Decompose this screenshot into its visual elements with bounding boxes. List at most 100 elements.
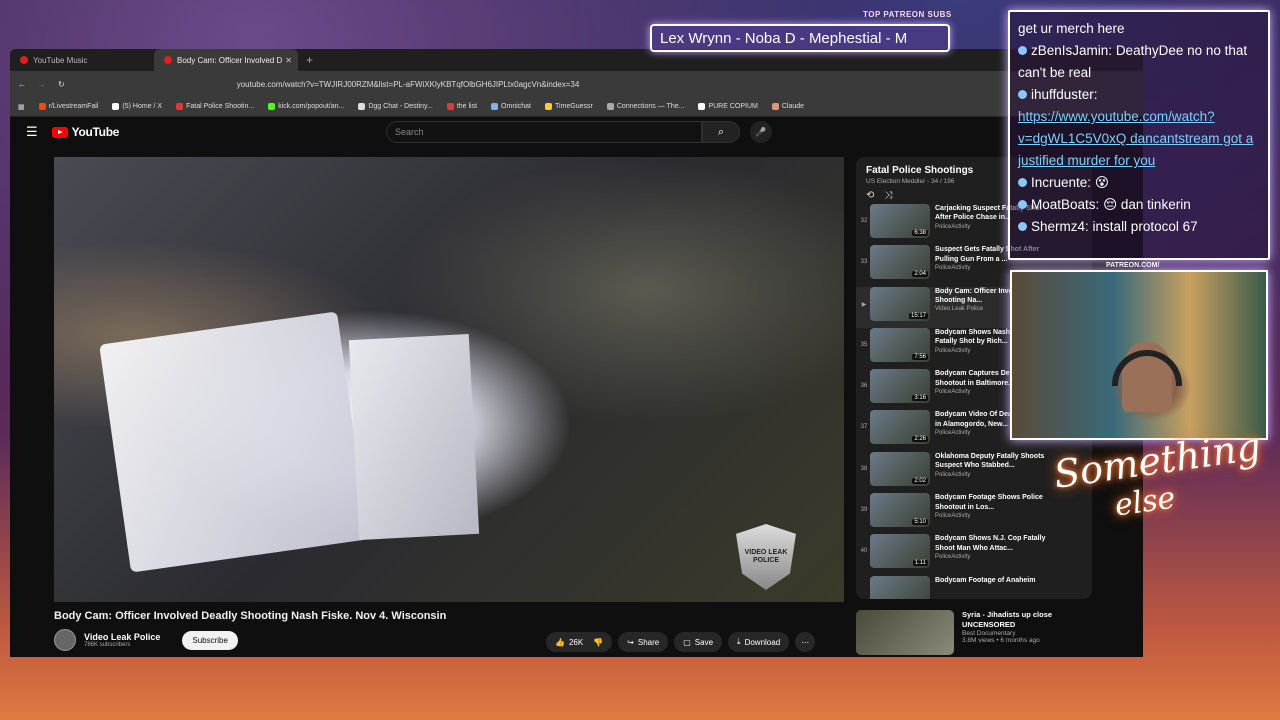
chat-message: ihuffduster:: [1018, 84, 1260, 106]
playlist-thumbnail[interactable]: 6:38: [870, 204, 930, 238]
youtube-play-icon: [51, 126, 68, 138]
chat-message: Incruente: 😵: [1018, 172, 1260, 194]
chat-message: Shermz4: install protocol 67: [1018, 216, 1260, 238]
playlist-item-channel: PoliceActivity: [935, 512, 971, 519]
url-field[interactable]: youtube.com/watch?v=TWJIRJ00RZM&list=PL-…: [237, 80, 1135, 89]
thumbs-down-icon[interactable]: 👎: [593, 638, 603, 647]
browser-window: YouTube Music Body Cam: Officer Involved…: [10, 49, 1143, 657]
close-icon[interactable]: ✕: [285, 56, 292, 65]
playlist-index: ▶: [861, 301, 867, 308]
channel-avatar[interactable]: [54, 629, 76, 651]
playlist-item-title[interactable]: Oklahoma Deputy Fatally Shoots Suspect W…: [935, 452, 1055, 471]
playlist-thumbnail[interactable]: 2:02: [870, 451, 930, 486]
duration-badge: 5:10: [912, 519, 928, 526]
channel-row: Video Leak Police 786K subscribers Subsc…: [54, 629, 238, 651]
duration-badge: 2:04: [912, 271, 928, 278]
chat-badge-icon: [1018, 222, 1027, 231]
recommended-thumbnail[interactable]: [856, 610, 954, 655]
playlist-item-title[interactable]: Bodycam Footage Shows Police Shootout in…: [935, 493, 1055, 512]
playlist-thumbnail[interactable]: 3:16: [870, 369, 930, 404]
playlist-thumbnail[interactable]: [870, 575, 930, 599]
loop-icon[interactable]: ⟲: [866, 190, 874, 201]
patreon-marquee: Lex Wrynn - Noba D - Mephestial - M: [650, 24, 950, 52]
forward-icon[interactable]: →: [38, 80, 46, 89]
thumbs-up-icon: 👍: [555, 637, 565, 647]
bookmark-item[interactable]: PURE COPIUM: [698, 103, 758, 110]
search-icon: ⌕: [717, 125, 725, 138]
bookmark-item[interactable]: Fatal Police Shootin...: [176, 103, 254, 110]
search-button[interactable]: ⌕: [702, 121, 740, 143]
bookmark-item[interactable]: r/LivestreamFail: [38, 103, 98, 110]
playlist-index: 39: [860, 507, 868, 514]
video-player[interactable]: VIDEO LEAK POLICE: [54, 157, 844, 602]
save-icon: ▢: [683, 637, 691, 647]
tab-bar: YouTube Music Body Cam: Officer Involved…: [10, 49, 1143, 71]
reload-icon[interactable]: ↻: [58, 80, 65, 89]
bookmark-item[interactable]: kick.com/popout/an...: [268, 103, 344, 110]
subscribe-button[interactable]: Subscribe: [182, 630, 238, 650]
mic-button[interactable]: 🎤: [750, 121, 772, 143]
chat-message: https://www.youtube.com/watch?v=dgWL1C5V…: [1018, 109, 1254, 168]
bookmark-item[interactable]: Claude: [771, 103, 804, 110]
duration-badge: 3:16: [912, 395, 928, 402]
mic-icon: 🎤: [755, 126, 767, 137]
shuffle-icon[interactable]: ⤨: [884, 190, 892, 201]
chat-badge-icon: [1018, 90, 1027, 99]
bookmark-item[interactable]: Connections — The...: [606, 103, 684, 110]
playlist-item-title[interactable]: Bodycam Shows N.J. Cop Fatally Shoot Man…: [935, 534, 1055, 553]
video-frame-paper: [99, 311, 369, 573]
playlist-thumbnail[interactable]: 2:26: [870, 410, 930, 445]
tab-body-cam[interactable]: Body Cam: Officer Involved D ✕: [154, 49, 298, 71]
download-button[interactable]: ⤓ Download: [728, 632, 790, 652]
emote-icon: 😵: [1094, 175, 1109, 190]
share-button[interactable]: ↪ Share: [618, 632, 669, 652]
bookmark-item[interactable]: Dgg Chat - Destiny...: [358, 103, 433, 110]
search-input[interactable]: Search: [386, 121, 702, 143]
playlist-thumbnail[interactable]: 1:11: [870, 534, 930, 569]
duration-badge: 15:17: [908, 312, 928, 319]
video-frame-paper: [348, 333, 480, 541]
back-icon[interactable]: ←: [18, 80, 26, 89]
playlist-thumbnail[interactable]: 7:56: [870, 327, 930, 362]
playlist-index: 37: [860, 424, 868, 431]
recommended-video[interactable]: Syria - Jihadists up close UNCENSORED Be…: [856, 610, 1074, 655]
video-actions: 👍 26K 👎 ↪ Share ▢ Save ⤓ Download ⋯: [546, 632, 816, 652]
playlist-item[interactable]: Bodycam Footage of Anaheim: [856, 575, 1092, 599]
playlist-index: 40: [860, 548, 868, 555]
bookmark-item[interactable]: (5) Home / X: [112, 103, 162, 110]
video-title: Body Cam: Officer Involved Deadly Shooti…: [54, 610, 447, 622]
duration-badge: 7:56: [912, 353, 928, 360]
bookmark-item[interactable]: Omnichat: [491, 103, 531, 110]
playlist-item-channel: PoliceActivity: [935, 471, 971, 478]
bookmark-item[interactable]: the list: [446, 103, 477, 110]
apps-icon[interactable]: ▦: [18, 103, 25, 111]
playlist-item-title[interactable]: Bodycam Footage of Anaheim: [935, 576, 1055, 585]
youtube-logo[interactable]: YouTube: [51, 125, 119, 139]
chat-badge-icon: [1018, 200, 1027, 209]
recommended-meta: 3.8M views • 6 months ago: [962, 636, 1040, 644]
playlist-item[interactable]: 40 1:11 Bodycam Shows N.J. Cop Fatally S…: [856, 534, 1092, 575]
bookmarks-bar: ▦ r/LivestreamFail (5) Home / X Fatal Po…: [10, 97, 1143, 117]
subscriber-count: 786K subscribers: [84, 642, 131, 648]
playlist-thumbnail[interactable]: 2:04: [870, 245, 930, 280]
more-options-icon[interactable]: ⋯: [795, 632, 816, 652]
tab-youtube-music[interactable]: YouTube Music: [10, 49, 154, 71]
youtube-header: ☰ YouTube Search ⌕ 🎤: [10, 117, 1143, 147]
hamburger-menu-icon[interactable]: ☰: [26, 124, 38, 140]
share-icon: ↪: [627, 637, 634, 647]
stream-chat: get ur merch here zBenIsJamin: DeathyDee…: [1008, 10, 1270, 260]
bookmark-item[interactable]: TimeGuessr: [545, 103, 593, 110]
address-bar-row: ← → ↻ youtube.com/watch?v=TWJIRJ00RZM&li…: [10, 71, 1143, 97]
youtube-music-icon: [20, 56, 28, 64]
new-tab-icon[interactable]: +: [306, 53, 313, 67]
save-button[interactable]: ▢ Save: [674, 632, 723, 652]
playlist-index: 35: [860, 341, 868, 348]
download-icon: ⤓: [737, 637, 741, 646]
duration-badge: 2:02: [912, 477, 928, 484]
recommended-title[interactable]: Syria - Jihadists up close UNCENSORED: [962, 610, 1074, 630]
channel-name[interactable]: Video Leak Police: [84, 632, 160, 642]
playlist-thumbnail[interactable]: 15:17: [870, 286, 930, 321]
like-button[interactable]: 👍 26K 👎: [546, 632, 613, 652]
playlist-thumbnail[interactable]: 5:10: [870, 493, 930, 528]
playlist-index: 33: [860, 259, 868, 266]
